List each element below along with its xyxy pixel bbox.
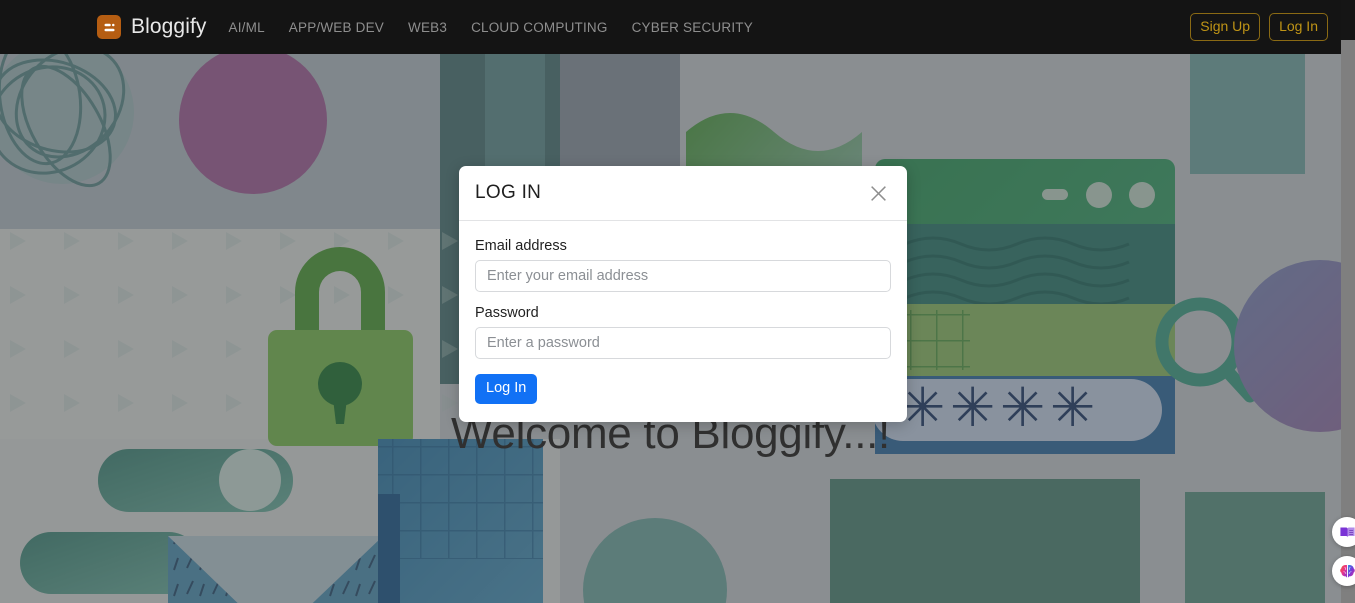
nav-actions: Sign Up Log In (1190, 13, 1328, 41)
email-field-group: Email address (475, 238, 891, 292)
nav-link-ai-ml[interactable]: AI/ML (229, 20, 265, 35)
modal-title: LOG IN (475, 182, 542, 203)
brand-link[interactable]: Bloggify (97, 15, 207, 39)
sign-up-button[interactable]: Sign Up (1190, 13, 1261, 41)
nav-links: AI/ML APP/WEB DEV WEB3 CLOUD COMPUTING C… (229, 20, 753, 35)
floating-widget-stack (1332, 517, 1355, 586)
login-modal: LOG IN Email address Password Log In (459, 166, 907, 422)
password-field-label: Password (475, 305, 539, 321)
nav-link-app-web-dev[interactable]: APP/WEB DEV (289, 20, 384, 35)
brain-icon[interactable] (1332, 556, 1355, 586)
email-field-label: Email address (475, 238, 567, 254)
top-navbar: Bloggify AI/ML APP/WEB DEV WEB3 CLOUD CO… (0, 0, 1341, 54)
blogger-b-icon (97, 15, 121, 39)
close-icon[interactable] (865, 180, 892, 207)
nav-link-cloud-computing[interactable]: CLOUD COMPUTING (471, 20, 608, 35)
modal-log-in-submit-button[interactable]: Log In (475, 374, 538, 404)
nav-link-web3[interactable]: WEB3 (408, 20, 447, 35)
modal-header: LOG IN (459, 166, 907, 221)
brand-name: Bloggify (131, 15, 207, 38)
email-input[interactable] (475, 260, 891, 292)
password-field-group: Password (475, 305, 891, 359)
scrollbar-thumb[interactable] (1341, 0, 1355, 40)
modal-body: Email address Password Log In (459, 221, 907, 422)
page-scrollbar[interactable] (1341, 0, 1355, 603)
nav-link-cyber-security[interactable]: CYBER SECURITY (632, 20, 753, 35)
log-in-button[interactable]: Log In (1269, 13, 1328, 41)
open-book-icon[interactable] (1332, 517, 1355, 547)
page-root: ✳ ✳ ✳ ✳ Welcome to Bloggify...! Bloggify… (0, 0, 1355, 603)
password-input[interactable] (475, 327, 891, 359)
